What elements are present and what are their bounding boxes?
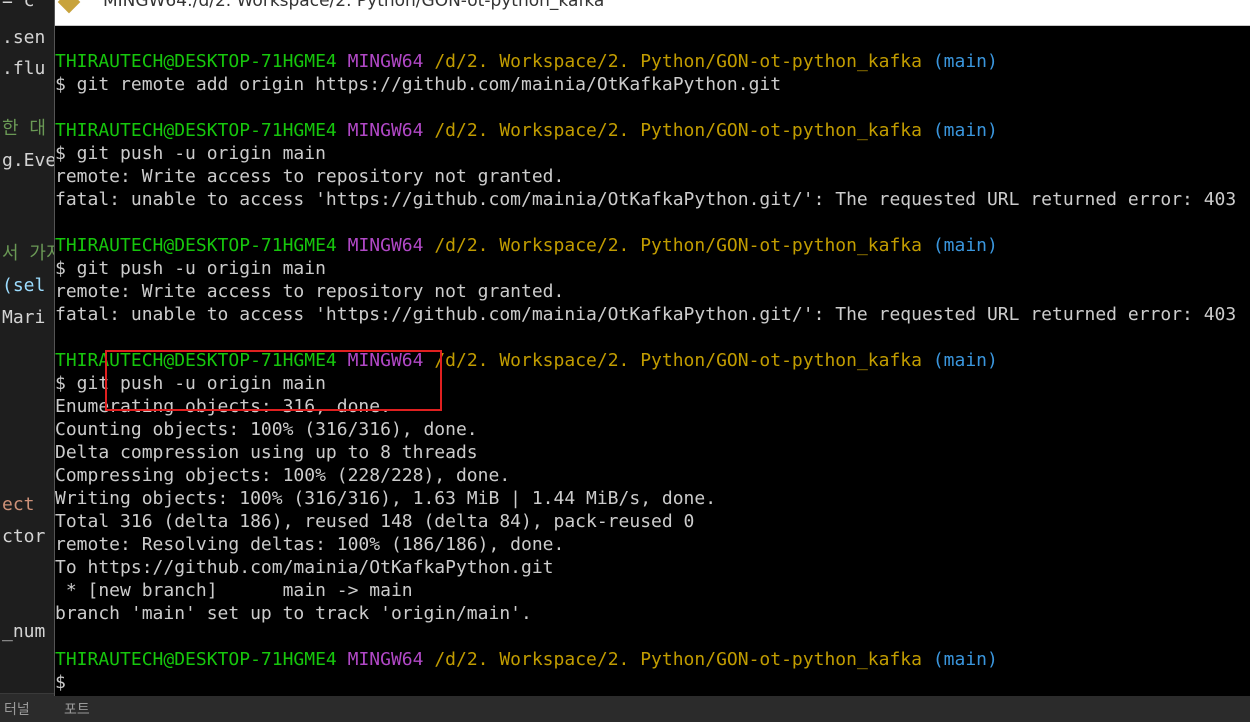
command-line: $ git push -u origin main xyxy=(55,373,326,394)
output-line: fatal: unable to access 'https://github.… xyxy=(55,189,1237,210)
editor-code-fragment: ctor xyxy=(2,526,46,547)
editor-code-fragment: 서 가지 xyxy=(2,243,56,264)
editor-code-fragment: (sel xyxy=(2,275,46,296)
prompt-host: MINGW64 xyxy=(347,120,424,141)
prompt-user: THIRAUTECH@DESKTOP-71HGME4 xyxy=(55,350,337,371)
editor-code-fragment: 한 대 xyxy=(2,118,46,139)
output-line: Delta compression using up to 8 threads xyxy=(55,442,478,463)
output-line: To https://github.com/mainia/OtKafkaPyth… xyxy=(55,557,554,578)
output-line: fatal: unable to access 'https://github.… xyxy=(55,304,1237,325)
editor-code-fragment: Mari xyxy=(2,307,46,328)
prompt-branch: (main) xyxy=(932,235,998,256)
output-line: branch 'main' set up to track 'origin/ma… xyxy=(55,603,532,624)
editor-code-fragment: _num xyxy=(2,621,46,642)
prompt-host: MINGW64 xyxy=(347,649,424,670)
prompt-line: THIRAUTECH@DESKTOP-71HGME4 MINGW64 /d/2.… xyxy=(55,648,1250,671)
output-line: remote: Write access to repository not g… xyxy=(55,281,565,302)
tab-tunnels[interactable]: 터널 xyxy=(4,699,30,719)
tab-ports[interactable]: 포트 xyxy=(64,699,90,719)
editor-code-fragment: .flu xyxy=(2,58,46,79)
background-editor: = c .sen .flu 한 대 g.Eve 서 가지 (sel Mari ect ctor _n… xyxy=(0,0,56,722)
output-line: remote: Write access to repository not g… xyxy=(55,166,565,187)
prompt-line: THIRAUTECH@DESKTOP-71HGME4 MINGW64 /d/2.… xyxy=(55,234,1250,257)
command-line: $ git remote add origin https://github.c… xyxy=(55,74,782,95)
prompt-path: /d/2. Workspace/2. Python/GON-ot-python_… xyxy=(434,120,922,141)
prompt-host: MINGW64 xyxy=(347,235,424,256)
prompt-user: THIRAUTECH@DESKTOP-71HGME4 xyxy=(55,51,337,72)
prompt-user: THIRAUTECH@DESKTOP-71HGME4 xyxy=(55,649,337,670)
prompt-line: THIRAUTECH@DESKTOP-71HGME4 MINGW64 /d/2.… xyxy=(55,50,1250,73)
prompt-path: /d/2. Workspace/2. Python/GON-ot-python_… xyxy=(434,350,922,371)
output-line: Total 316 (delta 186), reused 148 (delta… xyxy=(55,511,695,532)
prompt-host: MINGW64 xyxy=(347,51,424,72)
terminal-output[interactable]: THIRAUTECH@DESKTOP-71HGME4 MINGW64 /d/2.… xyxy=(55,50,1250,694)
output-line: Writing objects: 100% (316/316), 1.63 Mi… xyxy=(55,488,717,509)
editor-code-fragment: g.Eve xyxy=(2,150,56,171)
terminal-window[interactable]: MINGW64:/d/2. Workspace/2. Python/GON-ot… xyxy=(54,0,1250,696)
window-title: MINGW64:/d/2. Workspace/2. Python/GON-ot… xyxy=(103,0,605,11)
output-line: remote: Resolving deltas: 100% (186/186)… xyxy=(55,534,565,555)
prompt-line: THIRAUTECH@DESKTOP-71HGME4 MINGW64 /d/2.… xyxy=(55,119,1250,142)
editor-code-fragment: ect xyxy=(2,494,35,515)
prompt-branch: (main) xyxy=(932,51,998,72)
terminal-titlebar[interactable]: MINGW64:/d/2. Workspace/2. Python/GON-ot… xyxy=(55,0,1250,26)
prompt-branch: (main) xyxy=(932,120,998,141)
editor-code-fragment: .sen xyxy=(2,27,46,48)
editor-code-fragment: = c xyxy=(2,0,35,11)
output-line: Counting objects: 100% (316/316), done. xyxy=(55,419,478,440)
prompt-user: THIRAUTECH@DESKTOP-71HGME4 xyxy=(55,235,337,256)
output-line: Compressing objects: 100% (228/228), don… xyxy=(55,465,511,486)
prompt-host: MINGW64 xyxy=(347,350,424,371)
command-line: $ xyxy=(55,672,66,693)
mingw-app-icon xyxy=(57,0,81,14)
prompt-path: /d/2. Workspace/2. Python/GON-ot-python_… xyxy=(434,51,922,72)
prompt-branch: (main) xyxy=(932,649,998,670)
prompt-user: THIRAUTECH@DESKTOP-71HGME4 xyxy=(55,120,337,141)
prompt-path: /d/2. Workspace/2. Python/GON-ot-python_… xyxy=(434,649,922,670)
editor-bottom-panel-tabs: 터널 포트 xyxy=(0,693,1250,722)
prompt-path: /d/2. Workspace/2. Python/GON-ot-python_… xyxy=(434,235,922,256)
prompt-line: THIRAUTECH@DESKTOP-71HGME4 MINGW64 /d/2.… xyxy=(55,349,1250,372)
prompt-branch: (main) xyxy=(932,350,998,371)
output-line: Enumerating objects: 316, done. xyxy=(55,396,391,417)
command-line: $ git push -u origin main xyxy=(55,258,326,279)
output-line: * [new branch] main -> main xyxy=(55,580,413,601)
command-line: $ git push -u origin main xyxy=(55,143,326,164)
